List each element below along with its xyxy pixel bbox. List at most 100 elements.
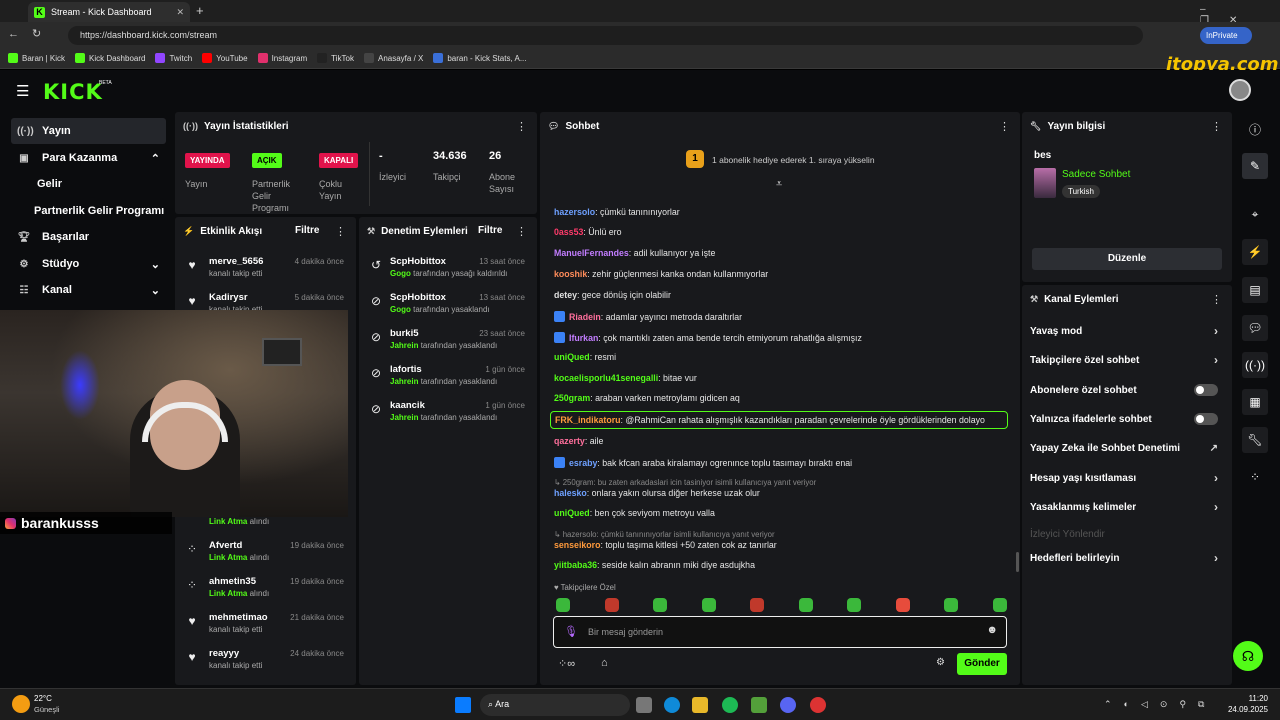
sidebar-item-basarilar[interactable]: 🏆︎ Başarılar xyxy=(11,224,166,250)
chat-username[interactable]: hazersolo xyxy=(554,207,595,217)
windows-start-icon[interactable] xyxy=(455,697,471,713)
emote-icon[interactable] xyxy=(701,598,716,612)
moderation-item[interactable]: ⊘ ScpHobittox 13 saat önce Gogo tarafından … xyxy=(367,289,529,325)
refresh-icon[interactable]: ↻ xyxy=(32,27,41,40)
chat-message[interactable]: yiitbaba36: seside kalın abranın miki di… xyxy=(554,560,1006,570)
chat-username[interactable]: kooshik xyxy=(554,269,587,279)
discord-icon[interactable] xyxy=(780,697,796,713)
chat-username[interactable]: yiitbaba36 xyxy=(554,560,597,570)
chat-username[interactable]: uniQued xyxy=(554,352,590,362)
sidebar-item-kanal[interactable]: ☷ Kanal ⌄ xyxy=(11,277,166,303)
edit-pencil-icon[interactable]: ✎ xyxy=(1242,153,1268,179)
lightning-icon[interactable]: ⚡ xyxy=(1242,239,1268,265)
clock-time[interactable]: 11:20 xyxy=(1228,694,1268,703)
bookmark-item[interactable]: Anasayfa / X xyxy=(363,53,423,63)
moderation-item[interactable]: ↺ ScpHobittox 13 saat önce Gogo tarafından … xyxy=(367,253,529,289)
bookmark-item[interactable]: baran - Kick Stats, A... xyxy=(433,53,527,63)
bookmark-item[interactable]: YouTube xyxy=(202,53,248,63)
moderation-item[interactable]: ⊘ burki5 23 saat önce Jahrein tarafından ya… xyxy=(367,325,529,361)
emote-icon[interactable] xyxy=(604,598,619,612)
chat-username[interactable]: senseikoro xyxy=(554,540,600,550)
channel-action-item[interactable]: Takipçilere özel sohbet › xyxy=(1030,349,1224,371)
chat-message[interactable]: Ifurkan: çok mantıklı zaten ama bende te… xyxy=(554,332,1006,343)
spotify-icon[interactable] xyxy=(722,697,738,713)
chat-username[interactable]: kocaelisporlu41senegalli xyxy=(554,373,658,383)
chat-message[interactable]: detey: gece dönüş için olabilir xyxy=(554,290,1006,300)
emote-icon[interactable] xyxy=(653,598,667,612)
channel-action-item[interactable]: Abonelere özel sohbet xyxy=(1030,379,1224,401)
chat-username[interactable]: uniQued xyxy=(554,508,590,518)
more-options-icon[interactable]: ⋮ xyxy=(999,120,1010,133)
chat-message[interactable]: kooshik: zehir güçlenmesi kanka ondan ku… xyxy=(554,269,1006,279)
emote-icon[interactable] xyxy=(798,598,813,612)
activity-item[interactable]: ♥ reayyy 24 dakika önce kanalı takip etti xyxy=(183,645,348,681)
notes-icon[interactable]: ▤ xyxy=(1242,277,1268,303)
more-options-icon[interactable]: ⋮ xyxy=(516,120,527,133)
chat-message[interactable]: esraby: bak kfcan araba kiralamayı ogren… xyxy=(554,457,1006,468)
moderation-item[interactable]: ⊘ kaancik 1 gün önce Jahrein tarafından yas… xyxy=(367,397,529,433)
sidebar-item-para-kazanma[interactable]: ▣ Para Kazanma ⌃ xyxy=(11,145,166,171)
chat-message-highlighted[interactable]: FRK_indikatoru: @RahmiCan rahata alışmış… xyxy=(550,411,1008,429)
chat-message[interactable]: ManuelFernandes: adil kullanıyor ya işte xyxy=(554,248,1006,258)
moderation-item[interactable]: ⊘ lafortis 1 gün önce Jahrein tarafından ya… xyxy=(367,361,529,397)
emote-icon[interactable] xyxy=(750,598,764,612)
url-field[interactable]: https://dashboard.kick.com/stream xyxy=(68,26,1143,45)
wrench-icon[interactable]: 🔧︎ xyxy=(1242,427,1268,453)
chat-settings-icon[interactable]: ⚙ xyxy=(936,657,945,668)
chat-message[interactable]: senseikoro: toplu taşıma kitlesi +50 zat… xyxy=(554,540,1006,550)
store-icon[interactable]: ⌂ xyxy=(601,657,608,669)
layout-icon[interactable]: ▦ xyxy=(1242,389,1268,415)
target-icon[interactable]: ⌖ xyxy=(1242,201,1268,227)
activity-filter-button[interactable]: Filtre xyxy=(295,225,319,236)
chat-input[interactable]: 🎙︎ Bir mesaj gönderin ☻ xyxy=(553,616,1007,648)
chat-username[interactable]: esraby xyxy=(569,458,597,468)
chat-username[interactable]: 250gram xyxy=(554,393,590,403)
chat-username[interactable]: qazerty xyxy=(554,436,585,446)
emoji-picker-icon[interactable]: ☻ xyxy=(986,624,998,636)
chat-username[interactable]: 0ass53 xyxy=(554,227,583,237)
activity-item[interactable]: ⁘ ahmetin35 19 dakika önce Link Atma alındı xyxy=(183,573,348,609)
more-options-icon[interactable]: ⋮ xyxy=(516,225,527,238)
broadcast-icon[interactable]: ((·)) xyxy=(1242,352,1268,378)
user-avatar[interactable] xyxy=(1229,79,1251,101)
hamburger-menu-icon[interactable]: ☰ xyxy=(16,82,29,100)
chat-scrollbar[interactable] xyxy=(1016,552,1019,572)
file-explorer-icon[interactable] xyxy=(692,697,708,713)
edit-stream-button[interactable]: Düzenle xyxy=(1032,248,1222,270)
bookmark-item[interactable]: Twitch xyxy=(155,53,192,63)
app-icon[interactable] xyxy=(751,697,767,713)
sidebar-item-gelir[interactable]: Gelir xyxy=(11,171,166,197)
emote-icon[interactable] xyxy=(944,598,958,612)
bookmark-item[interactable]: TikTok xyxy=(317,53,354,63)
more-options-icon[interactable]: ⋮ xyxy=(335,225,346,238)
weather-temp[interactable]: 22°C xyxy=(34,694,52,703)
back-icon[interactable]: ← xyxy=(8,28,19,40)
edge-icon[interactable] xyxy=(664,697,680,713)
new-tab-icon[interactable]: + xyxy=(196,3,204,18)
taskbar-search[interactable]: ⌕ Ara xyxy=(480,694,630,716)
activity-item[interactable]: ♥ merve_5656 4 dakika önce kanalı takip ett… xyxy=(183,253,348,289)
info-icon[interactable]: ⓘ xyxy=(1242,116,1268,142)
chat-message[interactable]: Riadein: adamlar yayıncı metroda daraltı… xyxy=(554,311,1006,322)
sidebar-item-studyo[interactable]: ⚙ Stüdyo ⌄ xyxy=(11,251,166,277)
toggle-switch[interactable] xyxy=(1194,384,1218,396)
channel-action-item[interactable]: Yavaş mod › xyxy=(1030,320,1224,342)
chat-message[interactable]: 0ass53: Ünlü ero xyxy=(554,227,1006,237)
sidebar-item-yayin[interactable]: ((·)) Yayın xyxy=(11,118,166,144)
browser-tab[interactable]: K Stream - Kick Dashboard ✕ xyxy=(28,2,190,22)
chat-message[interactable]: hazersolo: çümkü tanınınıyorlar xyxy=(554,207,1006,217)
emote-icon[interactable] xyxy=(556,598,570,612)
sidebar-item-partnerlik[interactable]: Partnerlik Gelir Programı xyxy=(11,198,166,224)
chat-message[interactable]: uniQued: resmi xyxy=(554,352,1006,362)
emote-icon[interactable] xyxy=(992,598,1007,612)
emote-icon[interactable] xyxy=(895,598,910,612)
close-tab-icon[interactable]: ✕ xyxy=(176,7,184,18)
activity-item[interactable]: ♥ mehmetimao 21 dakika önce kanalı takip et… xyxy=(183,609,348,645)
emote-icon[interactable] xyxy=(847,598,861,612)
chat-message[interactable]: halesko: onlara yakın olursa diğer herke… xyxy=(554,488,1006,498)
chat-username[interactable]: Ifurkan xyxy=(569,333,598,343)
microphone-icon[interactable]: 🎙︎ xyxy=(564,625,578,638)
chat-message[interactable]: 250gram: araban varken metroylamı gidice… xyxy=(554,393,1006,403)
toggle-switch[interactable] xyxy=(1194,413,1218,425)
inprivate-badge[interactable]: InPrivate xyxy=(1200,27,1252,44)
